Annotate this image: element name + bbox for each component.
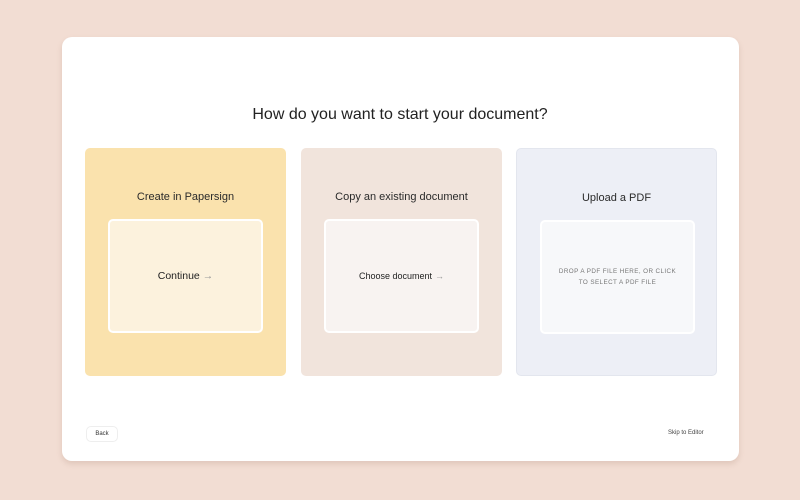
choose-document-button[interactable]: Choose document → <box>324 219 479 333</box>
skip-to-editor-link[interactable]: Skip to Editor <box>668 430 704 436</box>
card-title: Copy an existing document <box>335 191 468 203</box>
arrow-right-icon: → <box>202 270 214 282</box>
back-button[interactable]: Back <box>86 426 118 442</box>
card-title: Upload a PDF <box>581 192 652 204</box>
pdf-dropzone[interactable]: DROP A PDF FILE HERE, OR CLICK TO SELECT… <box>540 220 695 334</box>
continue-button[interactable]: Continue → <box>108 219 263 333</box>
choose-document-label: Choose document <box>358 271 433 281</box>
arrow-right-icon: → <box>435 271 445 281</box>
page-title: How do you want to start your document? <box>252 106 548 123</box>
card-copy: Copy an existing document Choose documen… <box>301 148 502 376</box>
dropzone-label: DROP A PDF FILE HERE, OR CLICK TO SELECT… <box>558 268 677 286</box>
card-title: Create in Papersign <box>136 191 235 203</box>
card-upload: Upload a PDF DROP A PDF FILE HERE, OR CL… <box>516 148 717 376</box>
continue-label: Continue <box>157 270 200 282</box>
card-create: Create in Papersign Continue → <box>85 148 286 376</box>
